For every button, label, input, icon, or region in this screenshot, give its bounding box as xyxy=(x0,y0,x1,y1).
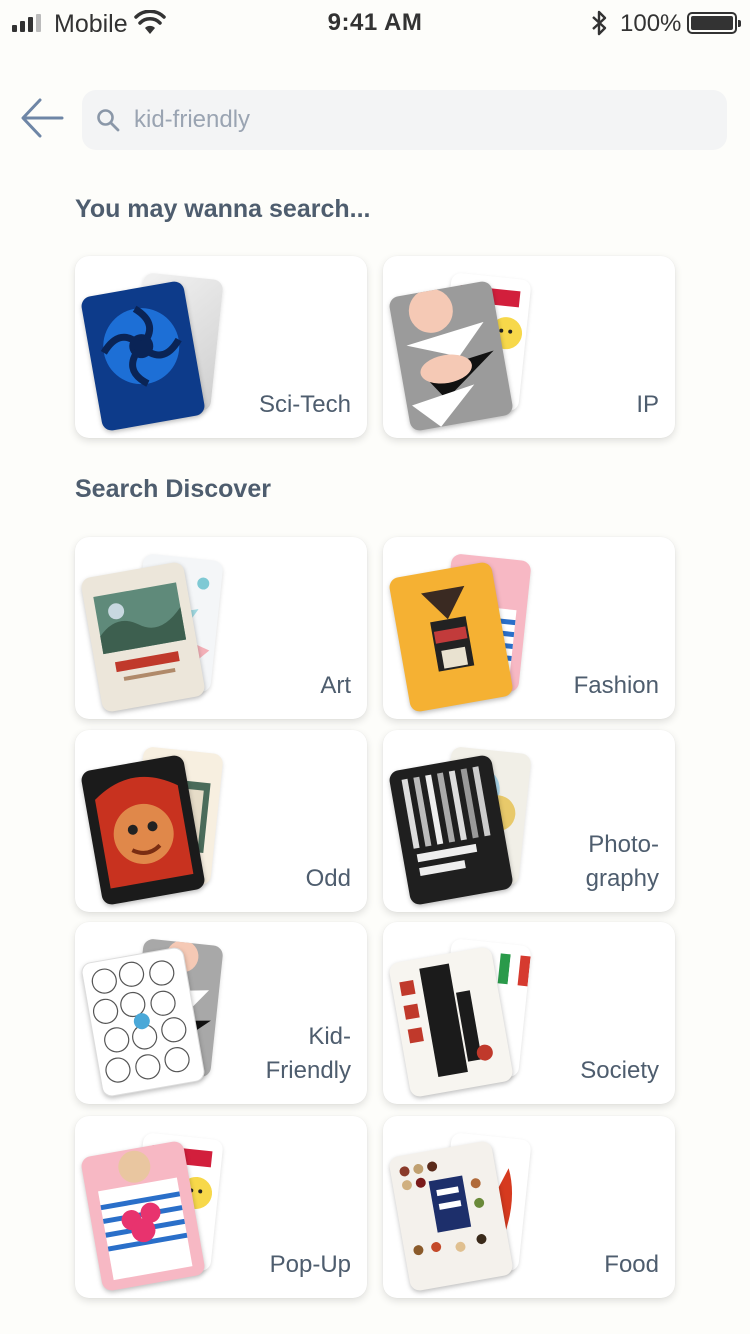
category-label: IP xyxy=(636,391,659,418)
search-input[interactable] xyxy=(134,90,704,150)
category-card-sci-tech[interactable]: Sci-Tech xyxy=(75,256,367,438)
battery-percent: 100% xyxy=(620,10,682,37)
category-label: Art xyxy=(320,672,351,699)
art-poster-icon xyxy=(79,551,227,713)
search-icon xyxy=(97,109,120,132)
category-card-kid-friendly[interactable]: Kid- Friendly xyxy=(75,922,367,1104)
photography-poster-icon xyxy=(387,744,535,906)
back-arrow-icon[interactable] xyxy=(18,95,66,141)
category-card-odd[interactable]: Odd xyxy=(75,730,367,912)
category-label: Sci-Tech xyxy=(258,391,351,418)
kidfriendly-poster-icon xyxy=(79,936,227,1098)
food-poster-icon xyxy=(387,1130,535,1292)
category-label: Kid- Friendly xyxy=(265,1023,351,1084)
category-card-photography[interactable]: Photo- graphy xyxy=(383,730,675,912)
fashion-poster-icon xyxy=(387,551,535,713)
search-bar[interactable] xyxy=(82,90,727,150)
category-label: Photo- graphy xyxy=(585,831,659,892)
category-label: Food xyxy=(604,1251,659,1278)
category-card-art[interactable]: Art xyxy=(75,537,367,719)
category-card-society[interactable]: Society xyxy=(383,922,675,1104)
odd-poster-icon xyxy=(79,744,227,906)
status-bar: Mobile 9:41 AM 100% xyxy=(0,0,750,46)
category-label: Fashion xyxy=(573,672,659,699)
category-label: Odd xyxy=(305,865,351,892)
discover-section-title: Search Discover xyxy=(75,475,271,503)
society-poster-icon xyxy=(387,936,535,1098)
suggest-section-title: You may wanna search... xyxy=(75,195,371,223)
category-card-fashion[interactable]: Fashion xyxy=(383,537,675,719)
bluetooth-icon xyxy=(592,10,607,36)
category-card-food[interactable]: Food xyxy=(383,1116,675,1298)
category-card-pop-up[interactable]: Pop-Up xyxy=(75,1116,367,1298)
category-card-ip[interactable]: IP xyxy=(383,256,675,438)
category-label: Society xyxy=(580,1057,659,1084)
ip-poster-icon xyxy=(387,270,535,432)
battery-icon xyxy=(687,12,741,34)
scitech-poster-icon xyxy=(79,270,227,432)
popup-poster-icon xyxy=(79,1130,227,1292)
category-label: Pop-Up xyxy=(269,1251,351,1278)
